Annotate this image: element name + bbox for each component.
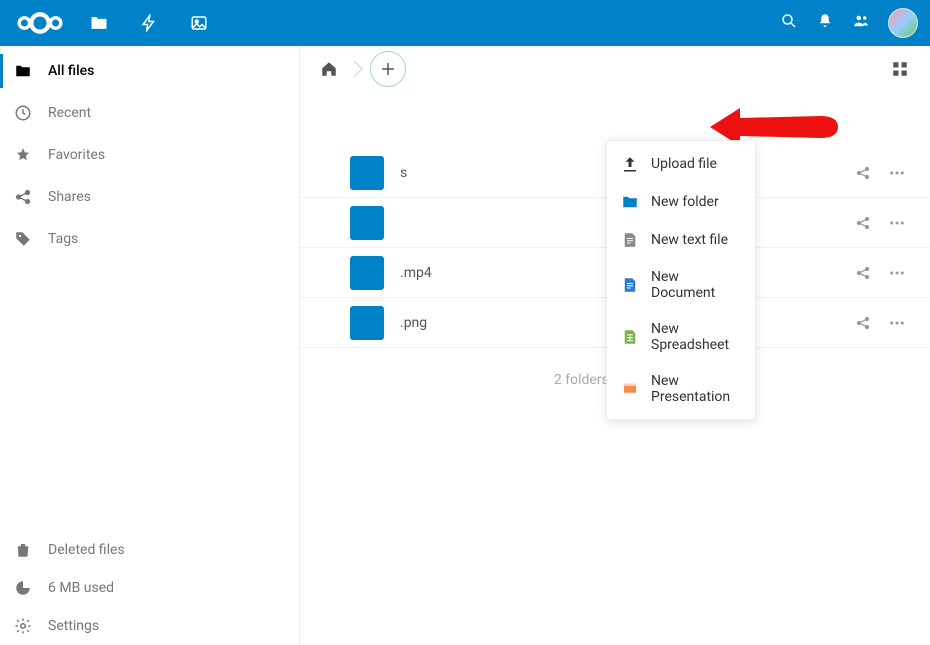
top-bar bbox=[0, 0, 930, 46]
sidebar-item-label: Favorites bbox=[48, 147, 105, 163]
contacts-icon bbox=[852, 12, 870, 30]
app-gallery[interactable] bbox=[174, 0, 224, 46]
menu-new-text-file[interactable]: New text file bbox=[607, 221, 755, 259]
more-icon bbox=[888, 314, 906, 332]
gear-icon bbox=[14, 617, 32, 635]
text-file-icon bbox=[621, 231, 639, 249]
nextcloud-logo-icon bbox=[12, 10, 68, 36]
chevron-right-icon bbox=[352, 57, 364, 81]
more-button[interactable] bbox=[880, 156, 914, 190]
breadcrumb-home[interactable] bbox=[312, 52, 346, 86]
share-button[interactable] bbox=[846, 156, 880, 190]
sidebar-item-label: Settings bbox=[48, 618, 99, 634]
share-icon bbox=[855, 215, 871, 231]
contacts-button[interactable] bbox=[852, 12, 870, 34]
menu-item-label: New text file bbox=[651, 232, 728, 248]
plus-icon bbox=[379, 60, 397, 78]
more-icon bbox=[888, 214, 906, 232]
breadcrumb-bar bbox=[300, 46, 930, 92]
share-button[interactable] bbox=[846, 206, 880, 240]
file-thumb bbox=[350, 156, 384, 190]
sidebar-item-label: All files bbox=[48, 63, 94, 79]
sidebar-item-shares[interactable]: Shares bbox=[0, 176, 299, 218]
new-button[interactable] bbox=[370, 51, 406, 87]
menu-new-spreadsheet[interactable]: New Spreadsheet bbox=[607, 311, 755, 363]
more-icon bbox=[888, 164, 906, 182]
file-thumb bbox=[350, 306, 384, 340]
notifications-button[interactable] bbox=[816, 12, 834, 34]
quota-icon bbox=[14, 579, 32, 597]
menu-item-label: New Presentation bbox=[651, 373, 741, 405]
spreadsheet-icon bbox=[621, 328, 639, 346]
topbar-right bbox=[780, 8, 918, 38]
sidebar-item-label: Shares bbox=[48, 189, 91, 205]
more-button[interactable] bbox=[880, 206, 914, 240]
sidebar-item-all-files[interactable]: All files bbox=[0, 50, 299, 92]
menu-item-label: New folder bbox=[651, 194, 719, 210]
menu-new-presentation[interactable]: New Presentation bbox=[607, 363, 755, 415]
menu-item-label: Upload file bbox=[651, 156, 717, 172]
sidebar-item-recent[interactable]: Recent bbox=[0, 92, 299, 134]
file-thumb bbox=[350, 256, 384, 290]
menu-item-label: New Spreadsheet bbox=[651, 321, 741, 353]
menu-upload-file[interactable]: Upload file bbox=[607, 145, 755, 183]
view-toggle[interactable] bbox=[882, 51, 918, 87]
app-files[interactable] bbox=[74, 0, 124, 46]
tag-icon bbox=[14, 230, 32, 248]
sidebar-item-tags[interactable]: Tags bbox=[0, 218, 299, 260]
folder-icon bbox=[621, 193, 639, 211]
home-icon bbox=[320, 60, 338, 78]
presentation-icon bbox=[621, 380, 639, 398]
document-icon bbox=[621, 276, 639, 294]
share-icon bbox=[14, 188, 32, 206]
share-icon bbox=[855, 265, 871, 281]
search-button[interactable] bbox=[780, 12, 798, 34]
logo[interactable] bbox=[12, 10, 74, 36]
search-icon bbox=[780, 12, 798, 30]
app-activity[interactable] bbox=[124, 0, 174, 46]
menu-new-document[interactable]: New Document bbox=[607, 259, 755, 311]
more-button[interactable] bbox=[880, 306, 914, 340]
quota-text: 6 MB used bbox=[48, 580, 114, 596]
bolt-icon bbox=[140, 14, 158, 32]
menu-item-label: New Document bbox=[651, 269, 741, 301]
sidebar-item-label: Recent bbox=[48, 105, 91, 121]
share-icon bbox=[855, 315, 871, 331]
folder-icon bbox=[14, 62, 32, 80]
share-button[interactable] bbox=[846, 306, 880, 340]
sidebar-settings[interactable]: Settings bbox=[0, 607, 299, 645]
sidebar-item-label: Deleted files bbox=[48, 542, 125, 558]
image-icon bbox=[190, 14, 208, 32]
clock-icon bbox=[14, 104, 32, 122]
share-button[interactable] bbox=[846, 256, 880, 290]
avatar[interactable] bbox=[888, 8, 918, 38]
folder-icon bbox=[89, 13, 109, 33]
sidebar-deleted-files[interactable]: Deleted files bbox=[0, 531, 299, 569]
upload-icon bbox=[621, 155, 639, 173]
more-button[interactable] bbox=[880, 256, 914, 290]
main-content: Upload file New folder New text file New… bbox=[300, 46, 930, 645]
menu-new-folder[interactable]: New folder bbox=[607, 183, 755, 221]
share-icon bbox=[855, 165, 871, 181]
trash-icon bbox=[14, 541, 32, 559]
grid-icon bbox=[891, 60, 909, 78]
new-menu-dropdown: Upload file New folder New text file New… bbox=[606, 140, 756, 420]
sidebar-item-favorites[interactable]: Favorites bbox=[0, 134, 299, 176]
sidebar-item-label: Tags bbox=[48, 231, 78, 247]
sidebar-quota: 6 MB used bbox=[0, 569, 299, 607]
app-switcher bbox=[74, 0, 224, 46]
sidebar: All files Recent Favorites Shares Tags D… bbox=[0, 46, 300, 645]
more-icon bbox=[888, 264, 906, 282]
star-icon bbox=[14, 146, 32, 164]
bell-icon bbox=[816, 12, 834, 30]
file-thumb bbox=[350, 206, 384, 240]
